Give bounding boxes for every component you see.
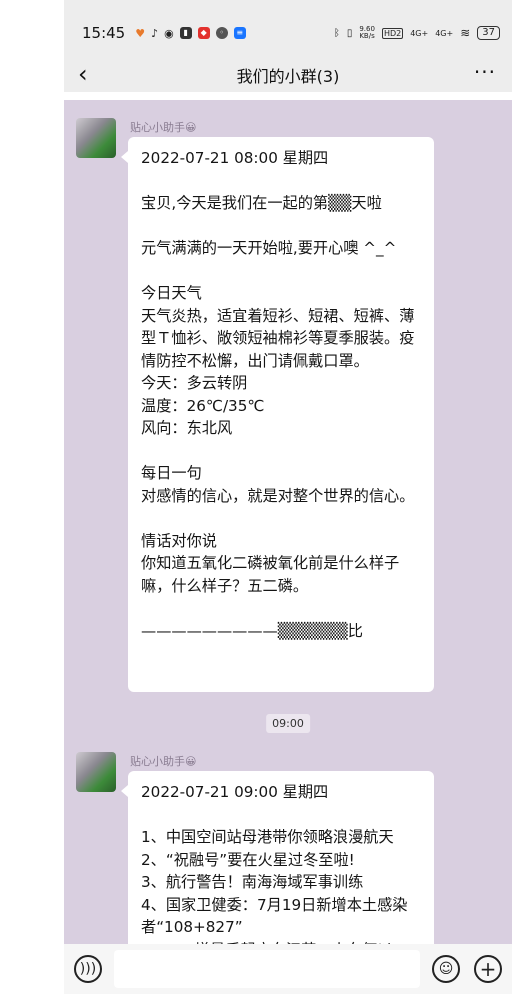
input-actions: ☺ + xyxy=(432,955,502,983)
status-time: 15:45 xyxy=(82,24,126,42)
zhihu-icon: ≡ xyxy=(233,27,246,39)
input-bar: ))) ☺ + xyxy=(64,944,512,994)
chat-timestamp: 09:00 xyxy=(266,714,310,733)
chevron-left-icon[interactable]: ‹ xyxy=(78,60,88,88)
wifi-icon: ≋ xyxy=(460,26,471,40)
app-icon: ▮ xyxy=(179,27,192,39)
status-bar: 15:45 ♥ ♪ ◉ ▮ ◆ ◦ ≡ ᛒ ▯ 9.60 KB/s HD2 4G… xyxy=(64,0,512,66)
app2-icon: ◦ xyxy=(215,27,228,39)
sender-name: 贴心小助手😀 xyxy=(130,755,197,768)
notification-icons: ♥ ♪ ◉ ▮ ◆ ◦ ≡ xyxy=(135,27,246,40)
bluetooth-icon: ᛒ xyxy=(333,27,340,39)
net-speed: 9.60 KB/s xyxy=(359,25,375,40)
message-bubble[interactable]: 2022-07-21 08:00 星期四 宝贝,今天是我们在一起的第▒▒天啦 元… xyxy=(121,137,434,692)
message-1: 贴心小助手😀 2022-07-21 08:00 星期四 宝贝,今天是我们在一起的… xyxy=(76,118,512,692)
more-icon[interactable]: ··· xyxy=(474,60,496,84)
hd-badge: HD2 xyxy=(381,27,404,39)
chat-area[interactable]: 贴心小助手😀 2022-07-21 08:00 星期四 宝贝,今天是我们在一起的… xyxy=(64,100,512,944)
emoji-icon[interactable]: ☺ xyxy=(432,955,460,983)
battery-indicator: 37 xyxy=(477,26,500,40)
weibo-icon: ◆ xyxy=(197,27,210,39)
system-icons: ᛒ ▯ 9.60 KB/s HD2 4G+ 4G+ ≋ 37 xyxy=(334,26,500,40)
voice-icon[interactable]: ))) xyxy=(74,955,102,983)
message-input[interactable] xyxy=(114,950,420,988)
sender-name: 贴心小助手😀 xyxy=(130,121,197,134)
chat-title: 我们的小群(3) xyxy=(236,67,340,86)
vibrate-icon: ▯ xyxy=(346,27,353,39)
qq-icon: ◉ xyxy=(164,26,174,40)
plus-icon[interactable]: + xyxy=(474,955,502,983)
tiktok-icon: ♪ xyxy=(151,26,159,40)
signal-2: 4G+ xyxy=(435,28,454,38)
signal-1: 4G+ xyxy=(410,28,429,38)
avatar[interactable] xyxy=(76,118,116,158)
phone-screen: 15:45 ♥ ♪ ◉ ▮ ◆ ◦ ≡ ᛒ ▯ 9.60 KB/s HD2 4G… xyxy=(64,0,512,994)
avatar[interactable] xyxy=(76,752,116,792)
message-2: 贴心小助手😀 2022-07-21 09:00 星期四 1、中国空间站母港带你领… xyxy=(76,752,512,944)
message-bubble[interactable]: 2022-07-21 09:00 星期四 1、中国空间站母港带你领略浪漫航天 2… xyxy=(121,771,434,944)
nav-bar: ‹ 我们的小群(3) ··· xyxy=(64,58,512,92)
heart-icon: ♥ xyxy=(135,26,146,40)
